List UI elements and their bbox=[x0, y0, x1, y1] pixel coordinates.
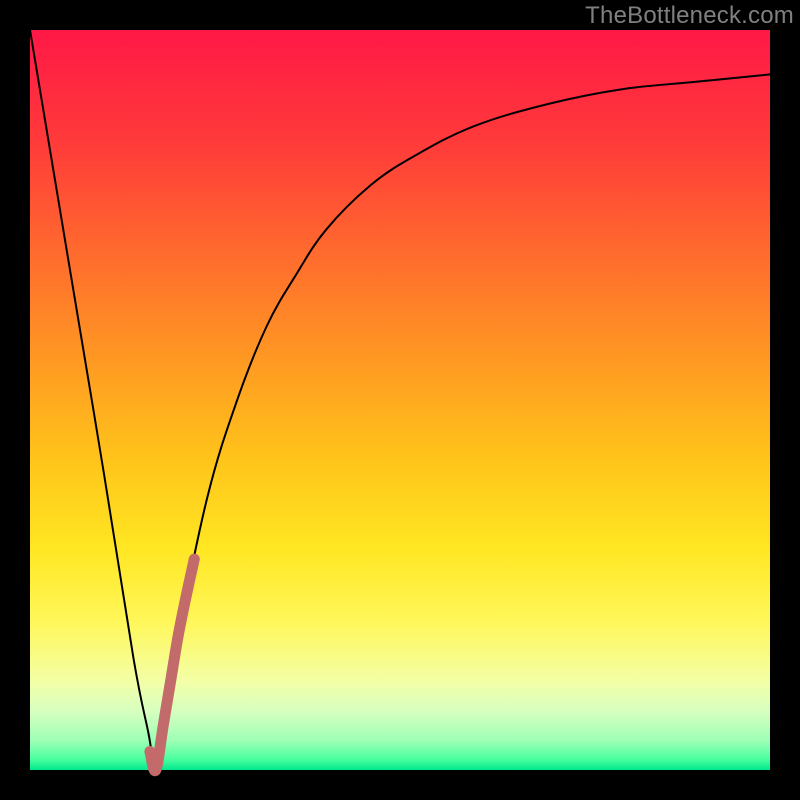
attribution-text: TheBottleneck.com bbox=[585, 2, 794, 30]
chart-svg bbox=[0, 0, 800, 800]
chart-container: { "attribution": "TheBottleneck.com", "c… bbox=[0, 0, 800, 800]
plot-area bbox=[30, 30, 770, 770]
